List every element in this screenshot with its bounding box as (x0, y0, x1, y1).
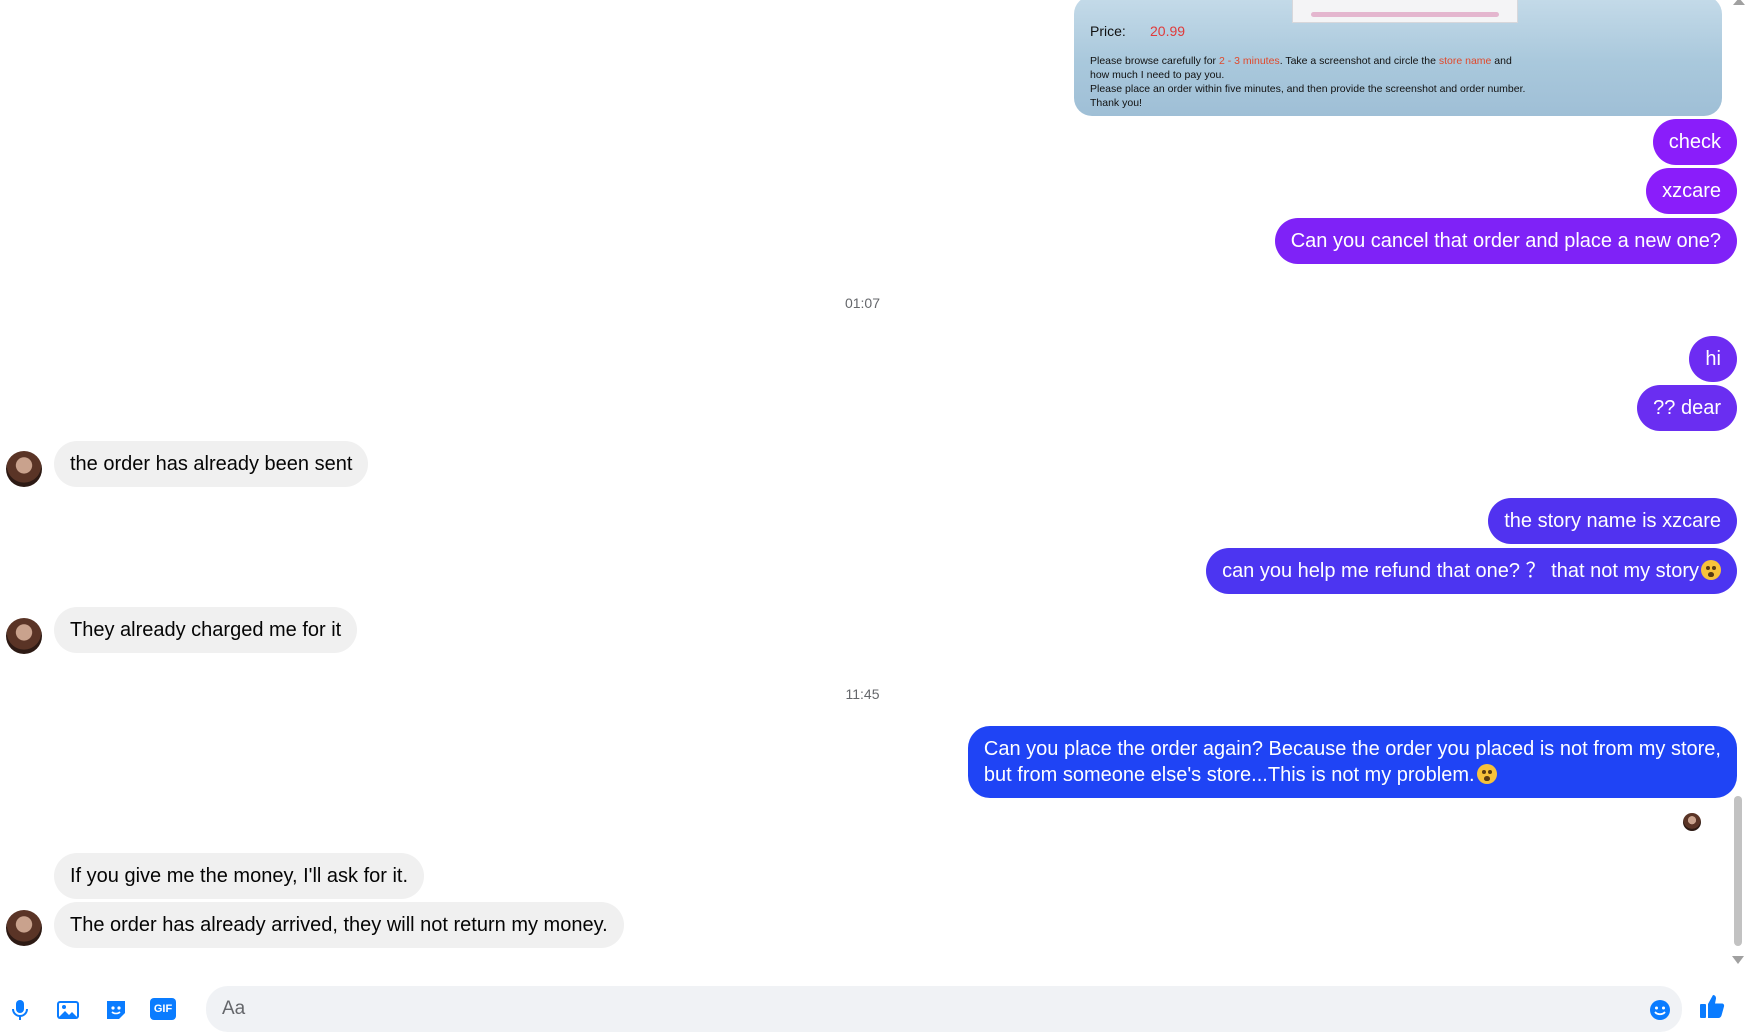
emoji-icon[interactable] (1648, 998, 1672, 1022)
photo-icon[interactable] (55, 998, 79, 1022)
message-text: ?? dear (1653, 397, 1721, 419)
instructions-line3: Please place an order within five minute… (1090, 83, 1526, 95)
like-icon[interactable] (1698, 992, 1725, 1018)
incoming-message[interactable]: The order has already arrived, they will… (54, 902, 624, 948)
message-text: xzcare (1662, 180, 1721, 202)
seen-receipt-avatar (1683, 813, 1701, 831)
timestamp: 11:45 (845, 686, 880, 702)
message-text: the story name is xzcare (1504, 510, 1721, 532)
message-text: Can you cancel that order and place a ne… (1290, 230, 1721, 252)
message-input[interactable] (206, 986, 1682, 1032)
price-value: 20.99 (1150, 23, 1186, 39)
instructions-line4: Thank you! (1090, 97, 1142, 109)
outgoing-message[interactable]: Can you place the order again? Because t… (967, 726, 1737, 798)
contact-avatar[interactable] (6, 451, 42, 487)
scrollbar[interactable] (1727, 0, 1749, 972)
outgoing-message[interactable]: xzcare (1646, 168, 1737, 214)
instructions-line1-mid: . Take a screenshot and circle the (1279, 55, 1439, 67)
anguished-face-emoji-icon (1701, 560, 1721, 580)
message-text: They already charged me for it (70, 619, 342, 641)
incoming-message[interactable]: If you give me the money, I'll ask for i… (54, 853, 425, 899)
anguished-face-emoji-icon (1476, 764, 1497, 784)
message-text-line2: but from someone else's store...This is … (983, 764, 1475, 786)
gif-icon[interactable]: GIF (150, 998, 178, 1022)
instructions-line1-red1: 2 - 3 minutes (1218, 55, 1280, 67)
instructions-text: Please browse carefully for 2 - 3 minute… (1090, 54, 1710, 110)
outgoing-message[interactable]: Can you cancel that order and place a ne… (1274, 218, 1737, 264)
scroll-up-arrow-icon[interactable] (1733, 0, 1745, 5)
instructions-line2: how much I need to pay you. (1090, 69, 1225, 81)
timestamp: 01:07 (844, 295, 881, 311)
scroll-down-arrow-icon[interactable] (1732, 956, 1744, 964)
shared-image-card[interactable]: Price: 20.99 Please browse carefully for… (1074, 0, 1722, 116)
message-text-line1: Can you place the order again? Because t… (983, 738, 1721, 760)
outgoing-message[interactable]: the story name is xzcare (1488, 498, 1737, 544)
message-text: check (1668, 131, 1721, 153)
message-text: If you give me the money, I'll ask for i… (70, 865, 409, 887)
message-text: the order has already been sent (70, 453, 353, 475)
sticker-icon[interactable] (104, 998, 128, 1022)
incoming-message[interactable]: the order has already been sent (54, 441, 369, 487)
price-label: Price: (1090, 23, 1126, 39)
contact-avatar[interactable] (6, 618, 42, 654)
contact-avatar[interactable] (6, 910, 42, 946)
outgoing-message[interactable]: can you help me refund that one? ？ that … (1206, 548, 1737, 594)
message-text: The order has already arrived, they will… (70, 914, 608, 936)
microphone-icon[interactable] (8, 998, 32, 1022)
message-text: hi (1705, 348, 1721, 370)
gif-label: GIF (150, 998, 176, 1020)
instructions-line1-post: and (1491, 55, 1512, 67)
outgoing-message[interactable]: check (1652, 119, 1737, 165)
outgoing-message[interactable]: ?? dear (1637, 385, 1737, 431)
product-image (1292, 0, 1518, 23)
scroll-thumb[interactable] (1734, 796, 1742, 946)
instructions-line1-red2: store name (1438, 55, 1492, 67)
instructions-line1-pre: Please browse carefully for (1090, 55, 1219, 67)
incoming-message[interactable]: They already charged me for it (54, 607, 358, 653)
message-text: can you help me refund that one? ？ that … (1222, 560, 1699, 582)
